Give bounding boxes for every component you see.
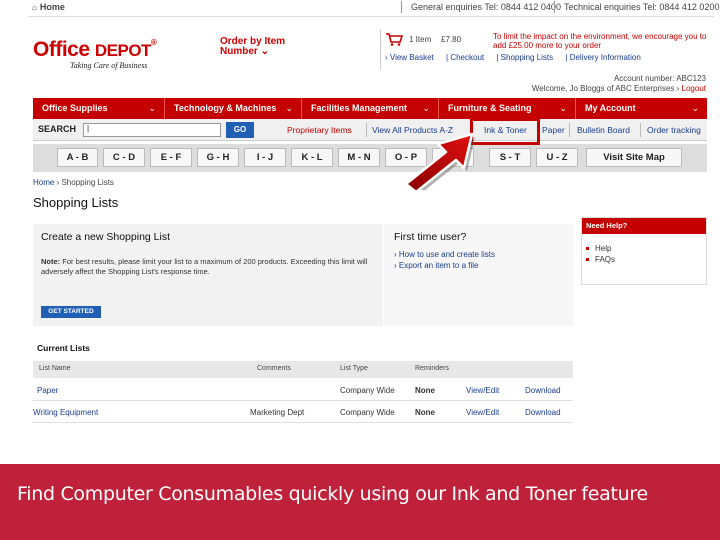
faqs-link[interactable]: FAQs [586, 255, 615, 264]
list-reminders: None [415, 386, 435, 395]
first-time-user-panel: First time user? › How to use and create… [384, 224, 573, 326]
first-time-user-title: First time user? [394, 231, 467, 243]
current-lists-title: Current Lists [37, 343, 90, 353]
az-tile[interactable]: C - D [103, 148, 145, 167]
caption-bar: Find Computer Consumables quickly using … [0, 464, 720, 540]
az-tile[interactable]: S - T [489, 148, 531, 167]
column-header: List Type [340, 365, 368, 372]
divider [640, 123, 641, 137]
logout-link[interactable]: Logout [682, 84, 706, 93]
chevron-down-icon: ⌄ [260, 46, 269, 57]
lists-table-header: List Name Comments List Type Reminders [33, 361, 573, 378]
create-list-panel: Create a new Shopping List Note: For bes… [33, 224, 383, 326]
az-tile[interactable]: M - N [338, 148, 380, 167]
column-header: List Name [39, 365, 71, 372]
chevron-down-icon: ⌄ [691, 103, 699, 113]
column-header: Comments [257, 365, 291, 372]
help-link[interactable]: Help [586, 244, 611, 253]
create-list-title: Create a new Shopping List [41, 231, 170, 243]
view-edit-link[interactable]: View/Edit [466, 408, 499, 417]
divider [569, 123, 570, 137]
bulletin-board-link[interactable]: Bulletin Board [577, 125, 630, 135]
list-name-link[interactable]: Writing Equipment [33, 408, 98, 417]
proprietary-items-link[interactable]: Proprietary Items [287, 125, 352, 135]
list-name-link[interactable]: Paper [37, 386, 58, 395]
create-list-note: Note: For best results, please limit you… [41, 257, 368, 276]
order-tracking-link[interactable]: Order tracking [647, 125, 701, 135]
export-item-link[interactable]: › Export an item to a file [394, 261, 478, 270]
download-link[interactable]: Download [525, 408, 561, 417]
column-header: Reminders [415, 365, 449, 372]
search-label: SEARCH [38, 124, 77, 134]
az-tile[interactable]: A - B [57, 148, 98, 167]
how-to-use-link[interactable]: › How to use and create lists [394, 250, 495, 259]
pointer-arrow-icon [404, 132, 475, 190]
chevron-down-icon: ⌄ [148, 103, 156, 113]
general-enquiries: General enquiries Tel: 0844 412 0400 [411, 2, 561, 12]
nav-facilities-management[interactable]: Facilities Management ⌄ [302, 98, 439, 119]
bullet-icon [586, 258, 589, 262]
breadcrumb: Home › Shopping Lists [33, 178, 114, 187]
account-number: Account number: ABC123 [613, 74, 706, 83]
paper-link[interactable]: Paper [542, 125, 565, 135]
divider [28, 16, 714, 17]
home-link[interactable]: ⌂ Home [32, 2, 65, 12]
divider [401, 1, 402, 13]
az-tile[interactable]: K - L [291, 148, 333, 167]
search-go-button[interactable]: GO [226, 122, 254, 138]
az-tile[interactable]: G - H [197, 148, 239, 167]
divider [366, 123, 367, 137]
breadcrumb-home-link[interactable]: Home [33, 178, 54, 187]
logo-tagline: Taking Care of Business [70, 61, 148, 70]
list-comments: Marketing Dept [250, 408, 305, 417]
basket-total: £7.80 [441, 35, 462, 44]
search-input[interactable]: | [83, 123, 221, 137]
download-link[interactable]: Download [525, 386, 561, 395]
chevron-down-icon: ⌄ [422, 103, 430, 113]
list-reminders: None [415, 408, 435, 417]
a-z-index-bar: A - B C - D E - F G - H I - J K - L M - … [33, 144, 707, 172]
main-nav: Office Supplies ⌄ Technology & Machines ⌄ … [33, 98, 707, 119]
house-icon: ⌂ [32, 3, 37, 12]
az-tile[interactable]: I - J [244, 148, 286, 167]
bullet-icon [586, 247, 589, 251]
caption-text: Find Computer Consumables quickly using … [17, 483, 648, 505]
shopping-lists-link[interactable]: | Shopping Lists [496, 53, 558, 62]
welcome-message: Welcome, Jo Bloggs of ABC Enterprises › … [531, 84, 706, 93]
search-bar: SEARCH | GO Proprietary Items View All P… [33, 119, 707, 141]
delivery-information-link[interactable]: | Delivery Information [565, 53, 645, 62]
need-help-title: Need Help? [582, 218, 706, 234]
checkout-link[interactable]: | Checkout [446, 53, 489, 62]
az-tile[interactable]: U - Z [536, 148, 578, 167]
nav-furniture-seating[interactable]: Furniture & Seating ⌄ [439, 98, 576, 119]
az-tile[interactable]: E - F [150, 148, 192, 167]
mini-basket: 1 Item £7.80 To limit the impact on the … [380, 29, 710, 69]
basket-links: › View Basket | Checkout | Shopping List… [385, 53, 651, 62]
nav-my-account[interactable]: My Account ⌄ [576, 98, 707, 119]
chevron-down-icon: ⌄ [285, 103, 293, 113]
page-title: Shopping Lists [33, 195, 119, 210]
top-strip: ⌂ Home General enquiries Tel: 0844 412 04… [28, 0, 719, 16]
view-edit-link[interactable]: View/Edit [466, 386, 499, 395]
visit-site-map-button[interactable]: Visit Site Map [586, 148, 682, 167]
list-type: Company Wide [340, 386, 395, 395]
office-depot-logo[interactable]: Office DEPOT® [33, 38, 157, 62]
divider [554, 1, 555, 13]
list-type: Company Wide [340, 408, 395, 417]
environment-notice: To limit the impact on the environment, … [493, 32, 707, 50]
technical-enquiries: Technical enquiries Tel: 0844 412 0200 [564, 2, 720, 12]
nav-technology-machines[interactable]: Technology & Machines ⌄ [165, 98, 302, 119]
table-row: Paper Company Wide None View/Edit Downlo… [33, 379, 573, 401]
breadcrumb-current: Shopping Lists [61, 178, 114, 187]
table-row: Writing Equipment Marketing Dept Company… [33, 401, 573, 423]
shopping-cart-icon[interactable] [385, 32, 403, 46]
nav-office-supplies[interactable]: Office Supplies ⌄ [33, 98, 165, 119]
order-by-item-number-link[interactable]: Order by Item Number ⌄ [220, 37, 310, 57]
chevron-down-icon: ⌄ [559, 103, 567, 113]
view-basket-link[interactable]: › View Basket [385, 53, 439, 62]
get-started-button[interactable]: GET STARTED [41, 306, 101, 318]
basket-item-count: 1 Item [409, 35, 432, 44]
need-help-panel: Need Help? Help FAQs [581, 217, 707, 285]
